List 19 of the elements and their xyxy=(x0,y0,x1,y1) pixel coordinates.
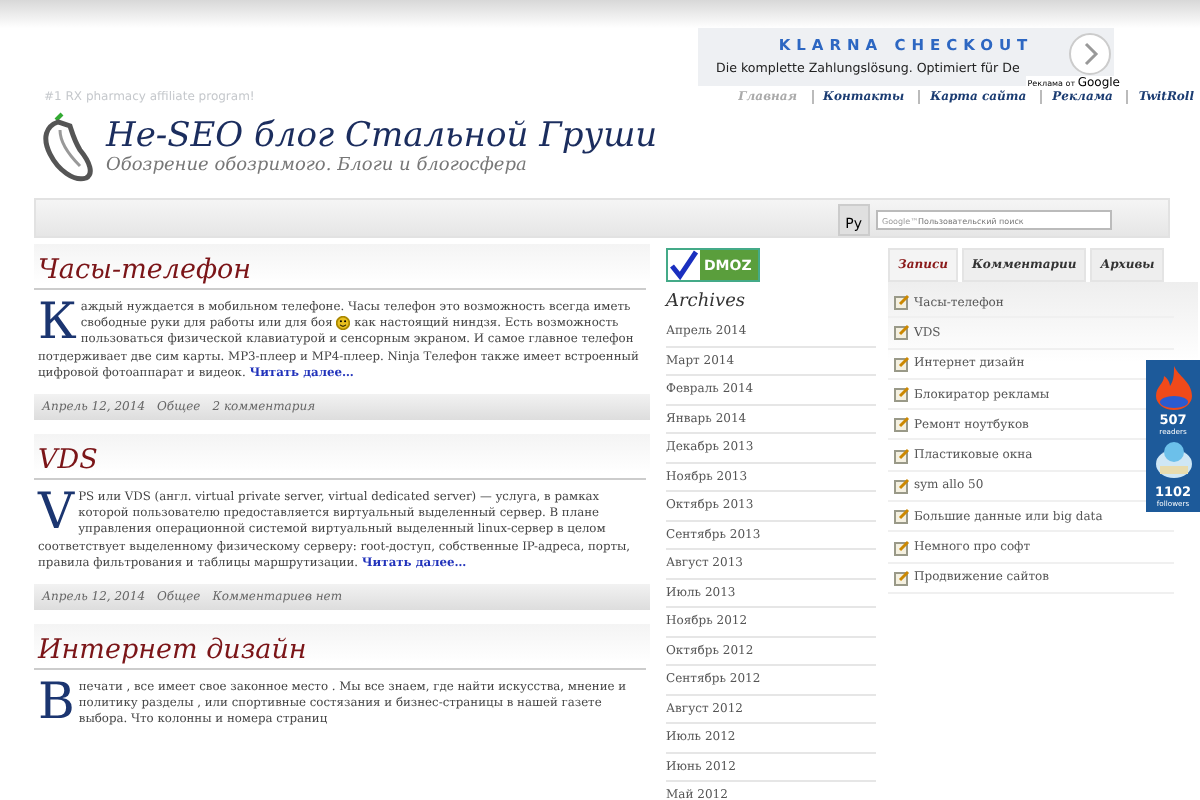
blog-subtitle: Обозрение обозримого. Блоги и блогосфера xyxy=(106,156,529,176)
pencil-note-icon xyxy=(894,477,910,494)
pencil-note-icon xyxy=(894,508,910,525)
archives-heading: Archives xyxy=(666,292,748,312)
pencil-note-icon xyxy=(894,386,910,403)
pencil-note-icon xyxy=(894,294,910,311)
pencil-note-icon xyxy=(894,324,910,341)
pencil-note-icon xyxy=(894,569,910,586)
pencil-note-icon xyxy=(894,539,910,556)
post-title[interactable]: VDS xyxy=(34,440,646,481)
flame-icon xyxy=(1151,364,1195,412)
pencil-note-icon xyxy=(894,355,910,372)
post-title[interactable]: Интернет дизайн xyxy=(34,630,646,671)
post-title[interactable]: Часы-телефон xyxy=(34,250,646,290)
bird-icon xyxy=(1151,436,1195,484)
pencil-note-icon xyxy=(894,447,910,464)
blog-title[interactable]: Не-SEO блог Стальной Груши xyxy=(106,116,658,156)
pencil-note-icon xyxy=(894,416,910,433)
pear-logo-icon xyxy=(40,110,96,182)
